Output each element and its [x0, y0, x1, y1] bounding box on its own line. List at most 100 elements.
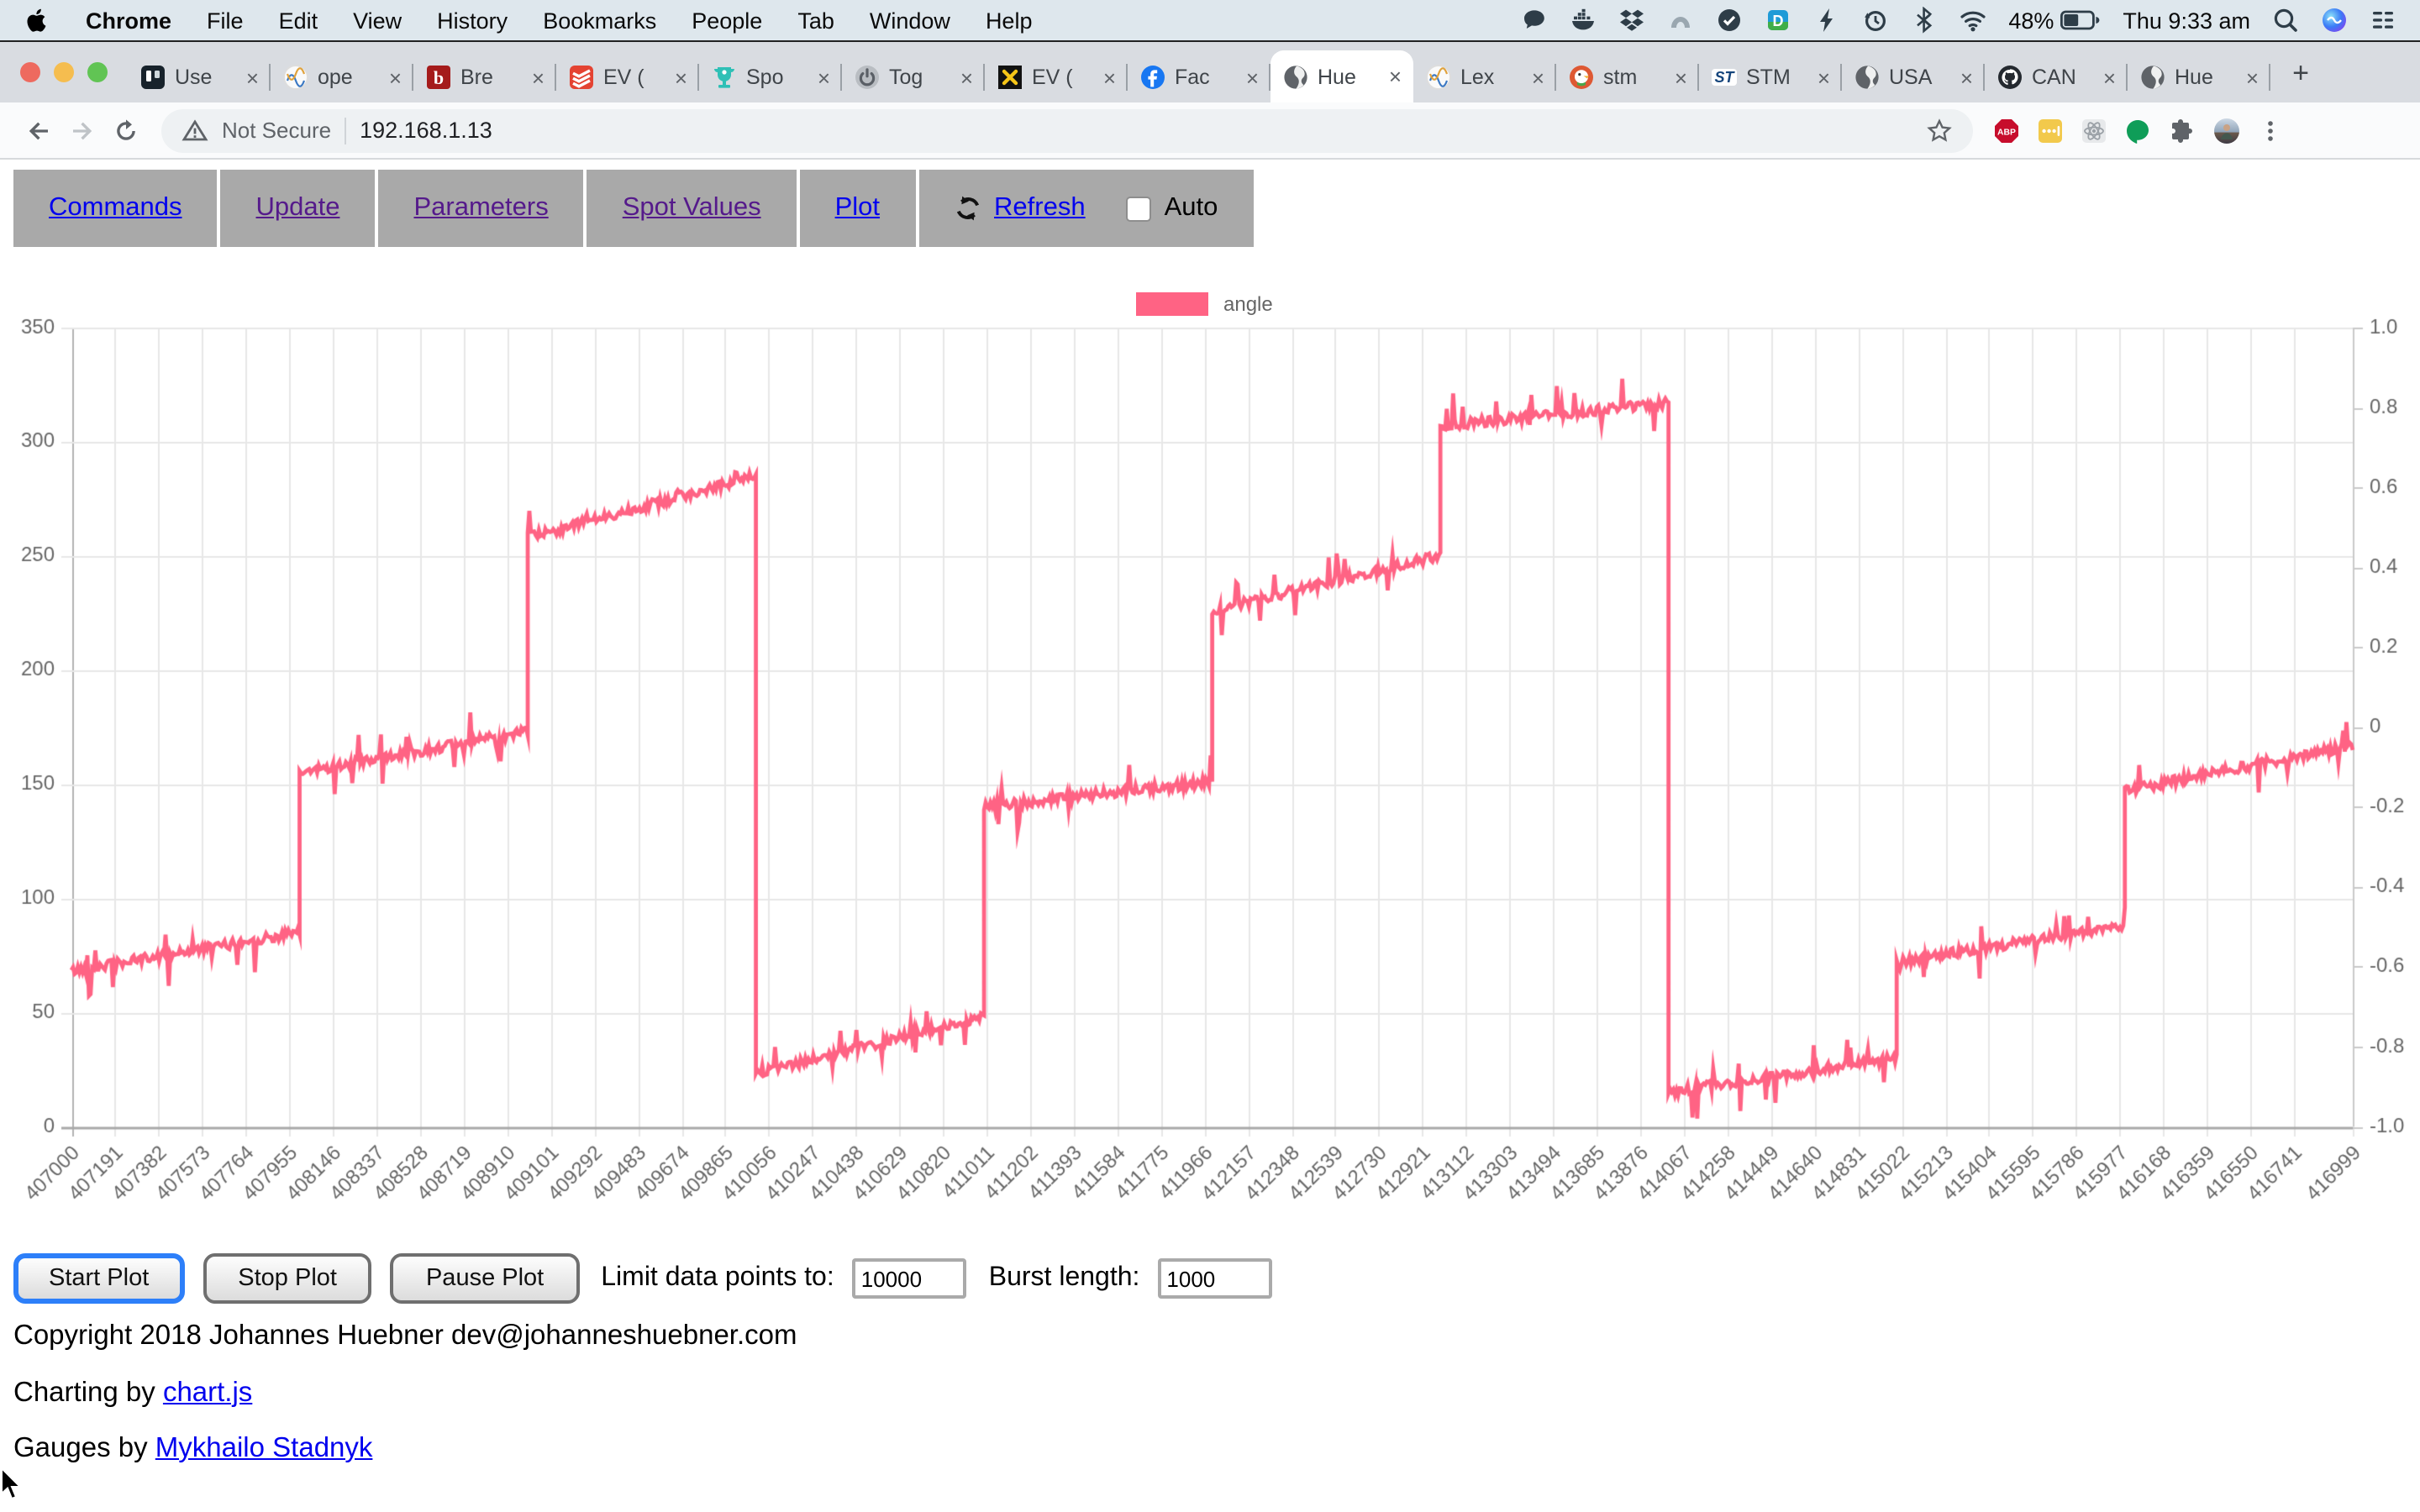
url-text[interactable]: 192.168.1.13 [360, 118, 1912, 143]
menubar-clock[interactable]: Thu 9:33 am [2123, 8, 2250, 33]
close-window-button[interactable] [20, 62, 40, 82]
new-tab-button[interactable]: + [2277, 50, 2324, 97]
menu-people[interactable]: People [692, 8, 762, 33]
tab-close-icon[interactable]: × [675, 66, 687, 88]
browser-tab-9-active[interactable]: Hue× [1270, 50, 1413, 102]
nav-link-commands[interactable]: Commands [49, 193, 182, 222]
nav-link-spot-values[interactable]: Spot Values [623, 193, 761, 222]
chartjs-link[interactable]: chart.js [163, 1377, 252, 1407]
puzzle-extension-icon[interactable] [2168, 117, 2195, 144]
notification-center-icon[interactable] [2370, 7, 2396, 34]
browser-tab-11[interactable]: stm× [1556, 52, 1699, 102]
tab-close-icon[interactable]: × [2246, 66, 2259, 88]
profile-avatar[interactable] [2213, 117, 2240, 144]
browser-tab-7[interactable]: EV (× [985, 52, 1128, 102]
tab-close-icon[interactable]: × [1960, 66, 1973, 88]
browser-tab-4[interactable]: EV (× [556, 52, 699, 102]
browser-tab-10[interactable]: Lex × [1413, 52, 1556, 102]
macos-menu-bar: Chrome File Edit View History Bookmarks Peopl… [0, 0, 2420, 40]
dropbox-icon[interactable] [1618, 7, 1645, 34]
apple-menu-icon[interactable] [24, 7, 50, 34]
browser-tab-3[interactable]: bBre× [413, 52, 556, 102]
tab-close-icon[interactable]: × [1389, 66, 1402, 87]
tab-close-icon[interactable]: × [818, 66, 830, 88]
reload-button[interactable] [104, 108, 148, 152]
bookmark-star-icon[interactable] [1926, 117, 1953, 144]
browser-tab-15[interactable]: Hue× [2128, 52, 2270, 102]
siri-icon[interactable] [2321, 7, 2348, 34]
auto-checkbox[interactable] [1126, 196, 1151, 221]
tab-close-icon[interactable]: × [1818, 66, 1830, 88]
tab-close-icon[interactable]: × [1246, 66, 1259, 88]
minimize-window-button[interactable] [54, 62, 74, 82]
docker-icon[interactable] [1570, 7, 1597, 34]
menu-file[interactable]: File [207, 8, 244, 33]
limit-input[interactable] [853, 1258, 967, 1299]
tab-close-icon[interactable]: × [1532, 66, 1544, 88]
lastpass-extension-icon[interactable] [2037, 117, 2064, 144]
security-label: Not Secure [222, 118, 331, 143]
zoom-window-button[interactable] [87, 62, 108, 82]
globe-gray-favicon [1854, 64, 1881, 91]
battery-icon[interactable] [2060, 7, 2101, 34]
globe-dark-favicon [1282, 63, 1309, 90]
browser-tab-13[interactable]: USA× [1842, 52, 1985, 102]
nav-link-plot[interactable]: Plot [835, 193, 880, 222]
speech-balloon-icon[interactable] [1521, 7, 1548, 34]
menu-view[interactable]: View [353, 8, 402, 33]
address-bar[interactable]: Not Secure 192.168.1.13 [161, 108, 1973, 152]
nav-link-parameters[interactable]: Parameters [413, 193, 548, 222]
screen: Chrome File Edit View History Bookmarks Peopl… [0, 0, 2420, 1512]
menu-history[interactable]: History [437, 8, 508, 33]
menu-app-name[interactable]: Chrome [86, 8, 171, 33]
browser-tab-1[interactable]: Use× [128, 52, 271, 102]
tab-close-icon[interactable]: × [2103, 66, 2116, 88]
browser-tab-14[interactable]: CAN× [1985, 52, 2128, 102]
start-plot-button[interactable]: Start Plot [13, 1253, 184, 1304]
nav-link-update[interactable]: Update [256, 193, 340, 222]
menu-help[interactable]: Help [986, 8, 1033, 33]
tab-title: Tog [889, 66, 952, 89]
stop-plot-button[interactable]: Stop Plot [203, 1253, 372, 1304]
tab-close-icon[interactable]: × [389, 66, 402, 88]
react-devtools-extension-icon[interactable] [2081, 117, 2107, 144]
wifi-icon[interactable] [1960, 7, 1986, 34]
browser-tab-5[interactable]: Spo× [699, 52, 842, 102]
gauges-by-text: Gauges by [13, 1433, 155, 1463]
check-circle-icon[interactable] [1716, 7, 1743, 34]
nav-link-refresh[interactable]: Refresh [994, 193, 1086, 223]
tab-close-icon[interactable]: × [246, 66, 259, 88]
back-button[interactable] [17, 108, 60, 152]
tab-close-icon[interactable]: × [1103, 66, 1116, 88]
pause-plot-button[interactable]: Pause Plot [391, 1253, 579, 1304]
browser-tab-8[interactable]: Fac× [1128, 52, 1270, 102]
hangouts-extension-icon[interactable] [2124, 117, 2151, 144]
forward-button[interactable] [60, 108, 104, 152]
flux-icon[interactable] [1813, 7, 1840, 34]
menu-bookmarks[interactable]: Bookmarks [543, 8, 656, 33]
bluetooth-icon[interactable] [1911, 7, 1938, 34]
deepl-icon[interactable]: D [1765, 7, 1791, 34]
tab-close-icon[interactable]: × [960, 66, 973, 88]
burst-input[interactable] [1158, 1258, 1272, 1299]
menu-tab[interactable]: Tab [797, 8, 834, 33]
alfred-icon[interactable] [1667, 7, 1694, 34]
spotlight-icon[interactable] [2272, 7, 2299, 34]
plot-controls: Start PlotStop PlotPause Plot Limit data… [13, 1253, 1272, 1304]
todoist-red-favicon [568, 64, 595, 91]
chrome-menu-button[interactable] [2257, 117, 2284, 144]
abp-extension-icon[interactable]: ABP [1993, 117, 2020, 144]
time-machine-icon[interactable] [1862, 7, 1889, 34]
tab-close-icon[interactable]: × [532, 66, 544, 88]
stadnyk-link[interactable]: Mykhailo Stadnyk [155, 1433, 373, 1463]
tab-close-icon[interactable]: × [1675, 66, 1687, 88]
menu-window[interactable]: Window [870, 8, 950, 33]
browser-tab-12[interactable]: STSTM× [1699, 52, 1842, 102]
browser-tab-2[interactable]: ope × [271, 52, 413, 102]
browser-tab-6[interactable]: Tog × [842, 52, 985, 102]
menu-edit[interactable]: Edit [279, 8, 318, 33]
tab-title: Lex [1460, 66, 1523, 89]
tab-title: ope [318, 66, 381, 89]
not-secure-warning-icon[interactable] [182, 117, 208, 144]
refresh-cycle-icon [954, 195, 981, 222]
